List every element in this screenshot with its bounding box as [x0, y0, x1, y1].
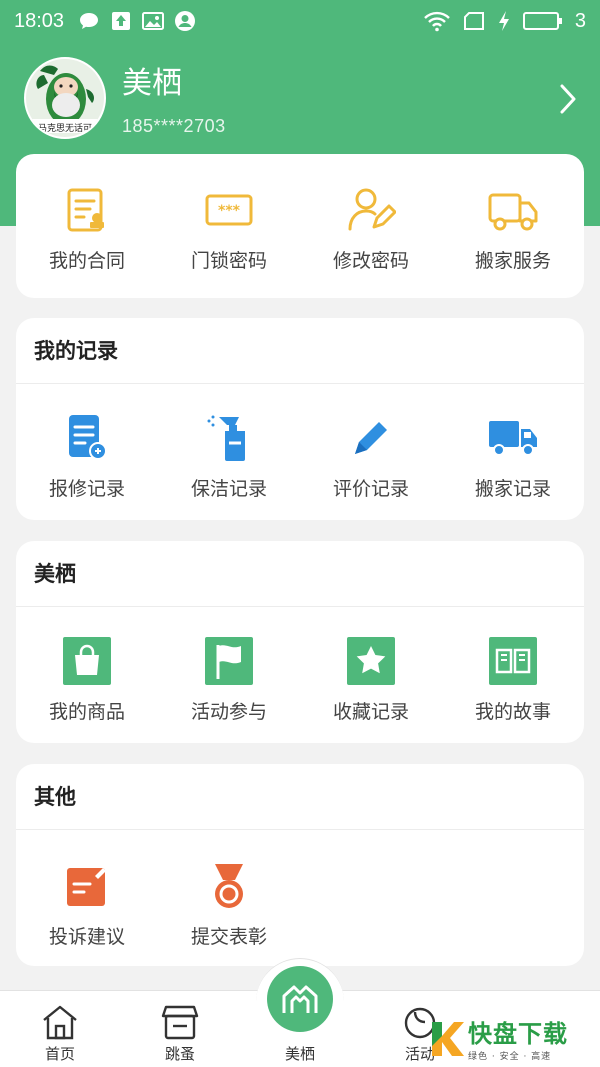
meiqi-favorites[interactable]: 收藏记录 — [300, 635, 442, 724]
user-circle-icon — [174, 11, 196, 31]
record-label: 报修记录 — [48, 478, 125, 500]
quick-action-label: 修改密码 — [332, 250, 409, 272]
image-icon — [142, 11, 165, 31]
records-title: 我的记录 — [16, 318, 584, 384]
quick-action-label: 搬家服务 — [474, 250, 551, 272]
meiqi-house-icon[interactable] — [267, 966, 333, 1032]
profile-header[interactable]: 马克思无话可 美栖 185****2703 — [0, 52, 600, 148]
avatar-caption: 马克思无话可 — [37, 124, 92, 134]
quick-actions-card: 我的合同 *** 门锁密码 修改密码 搬家服务 — [16, 154, 584, 298]
record-cleaning[interactable]: 保洁记录 — [158, 412, 300, 501]
other-commendation[interactable]: 提交表彰 — [158, 860, 300, 949]
user-phone: 185****2703 — [122, 116, 226, 136]
record-repair[interactable]: 报修记录 — [16, 412, 158, 501]
meiqi-title: 美栖 — [16, 541, 584, 607]
quick-action-change-password[interactable]: 修改密码 — [300, 184, 442, 273]
record-review[interactable]: 评价记录 — [300, 412, 442, 501]
watermark-logo-icon — [428, 1018, 464, 1058]
meiqi-my-goods[interactable]: 我的商品 — [16, 635, 158, 724]
repair-record-icon — [61, 412, 113, 464]
meiqi-label: 收藏记录 — [332, 701, 409, 723]
records-card: 我的记录 报修记录 保洁记录 评价记录 搬家记录 — [16, 318, 584, 520]
other-title: 其他 — [16, 764, 584, 830]
record-label: 评价记录 — [332, 478, 409, 500]
other-complaint[interactable]: 投诉建议 — [16, 860, 158, 949]
other-label: 投诉建议 — [48, 926, 125, 948]
contract-icon — [61, 184, 113, 236]
medal-icon — [203, 860, 255, 912]
other-label: 提交表彰 — [190, 926, 267, 948]
complaint-note-icon — [61, 860, 113, 912]
wifi-icon — [423, 11, 451, 32]
moving-truck-icon — [487, 184, 539, 236]
quick-action-door-lock[interactable]: *** 门锁密码 — [158, 184, 300, 273]
upload-icon — [110, 11, 132, 31]
tab-label: 首页 — [44, 1045, 75, 1063]
shop-icon — [160, 1003, 200, 1041]
quick-action-label: 我的合同 — [48, 250, 125, 272]
status-time: 18:03 — [14, 9, 65, 32]
flag-icon — [203, 635, 255, 687]
record-label: 搬家记录 — [474, 478, 551, 500]
watermark: 快盘下载 绿色 · 安全 · 高速 — [428, 1012, 598, 1064]
avatar[interactable]: 马克思无话可 — [24, 57, 106, 139]
meiqi-activity[interactable]: 活动参与 — [158, 635, 300, 724]
watermark-title: 快盘下载 — [468, 1020, 568, 1048]
shopping-bag-icon — [61, 635, 113, 687]
chat-bubble-icon — [78, 11, 100, 31]
truck-icon — [487, 412, 539, 464]
quick-action-contract[interactable]: 我的合同 — [16, 184, 158, 273]
tab-label: 美栖 — [284, 1045, 315, 1063]
chevron-right-icon[interactable] — [556, 82, 580, 116]
meiqi-label: 我的商品 — [48, 701, 125, 723]
meiqi-card: 美栖 我的商品 活动参与 收藏记录 我的故事 — [16, 541, 584, 743]
meiqi-label: 我的故事 — [474, 701, 551, 723]
cleaning-spray-icon — [203, 412, 255, 464]
other-card: 其他 投诉建议 提交表彰 — [16, 764, 584, 966]
tab-home[interactable]: 首页 — [0, 991, 120, 1067]
home-icon — [40, 1003, 80, 1041]
record-moving[interactable]: 搬家记录 — [442, 412, 584, 501]
watermark-subtitle: 绿色 · 安全 · 高速 — [468, 1052, 552, 1062]
quick-action-moving-service[interactable]: 搬家服务 — [442, 184, 584, 273]
user-edit-icon — [345, 184, 397, 236]
star-icon — [345, 635, 397, 687]
svg-text:***: *** — [218, 203, 241, 219]
tab-label: 跳蚤 — [164, 1045, 195, 1063]
record-label: 保洁记录 — [190, 478, 267, 500]
book-icon — [487, 635, 539, 687]
battery-level: 3 — [574, 9, 586, 32]
sim-icon — [463, 11, 485, 31]
battery-icon — [522, 11, 563, 31]
charging-icon — [497, 11, 511, 31]
status-bar: 18:03 3 — [0, 0, 600, 42]
quick-action-label: 门锁密码 — [190, 250, 267, 272]
pencil-icon — [345, 412, 397, 464]
door-lock-password-icon: *** — [203, 184, 255, 236]
user-name: 美栖 — [122, 66, 182, 101]
meiqi-my-story[interactable]: 我的故事 — [442, 635, 584, 724]
tab-flea-market[interactable]: 跳蚤 — [120, 991, 240, 1067]
meiqi-label: 活动参与 — [190, 701, 267, 723]
